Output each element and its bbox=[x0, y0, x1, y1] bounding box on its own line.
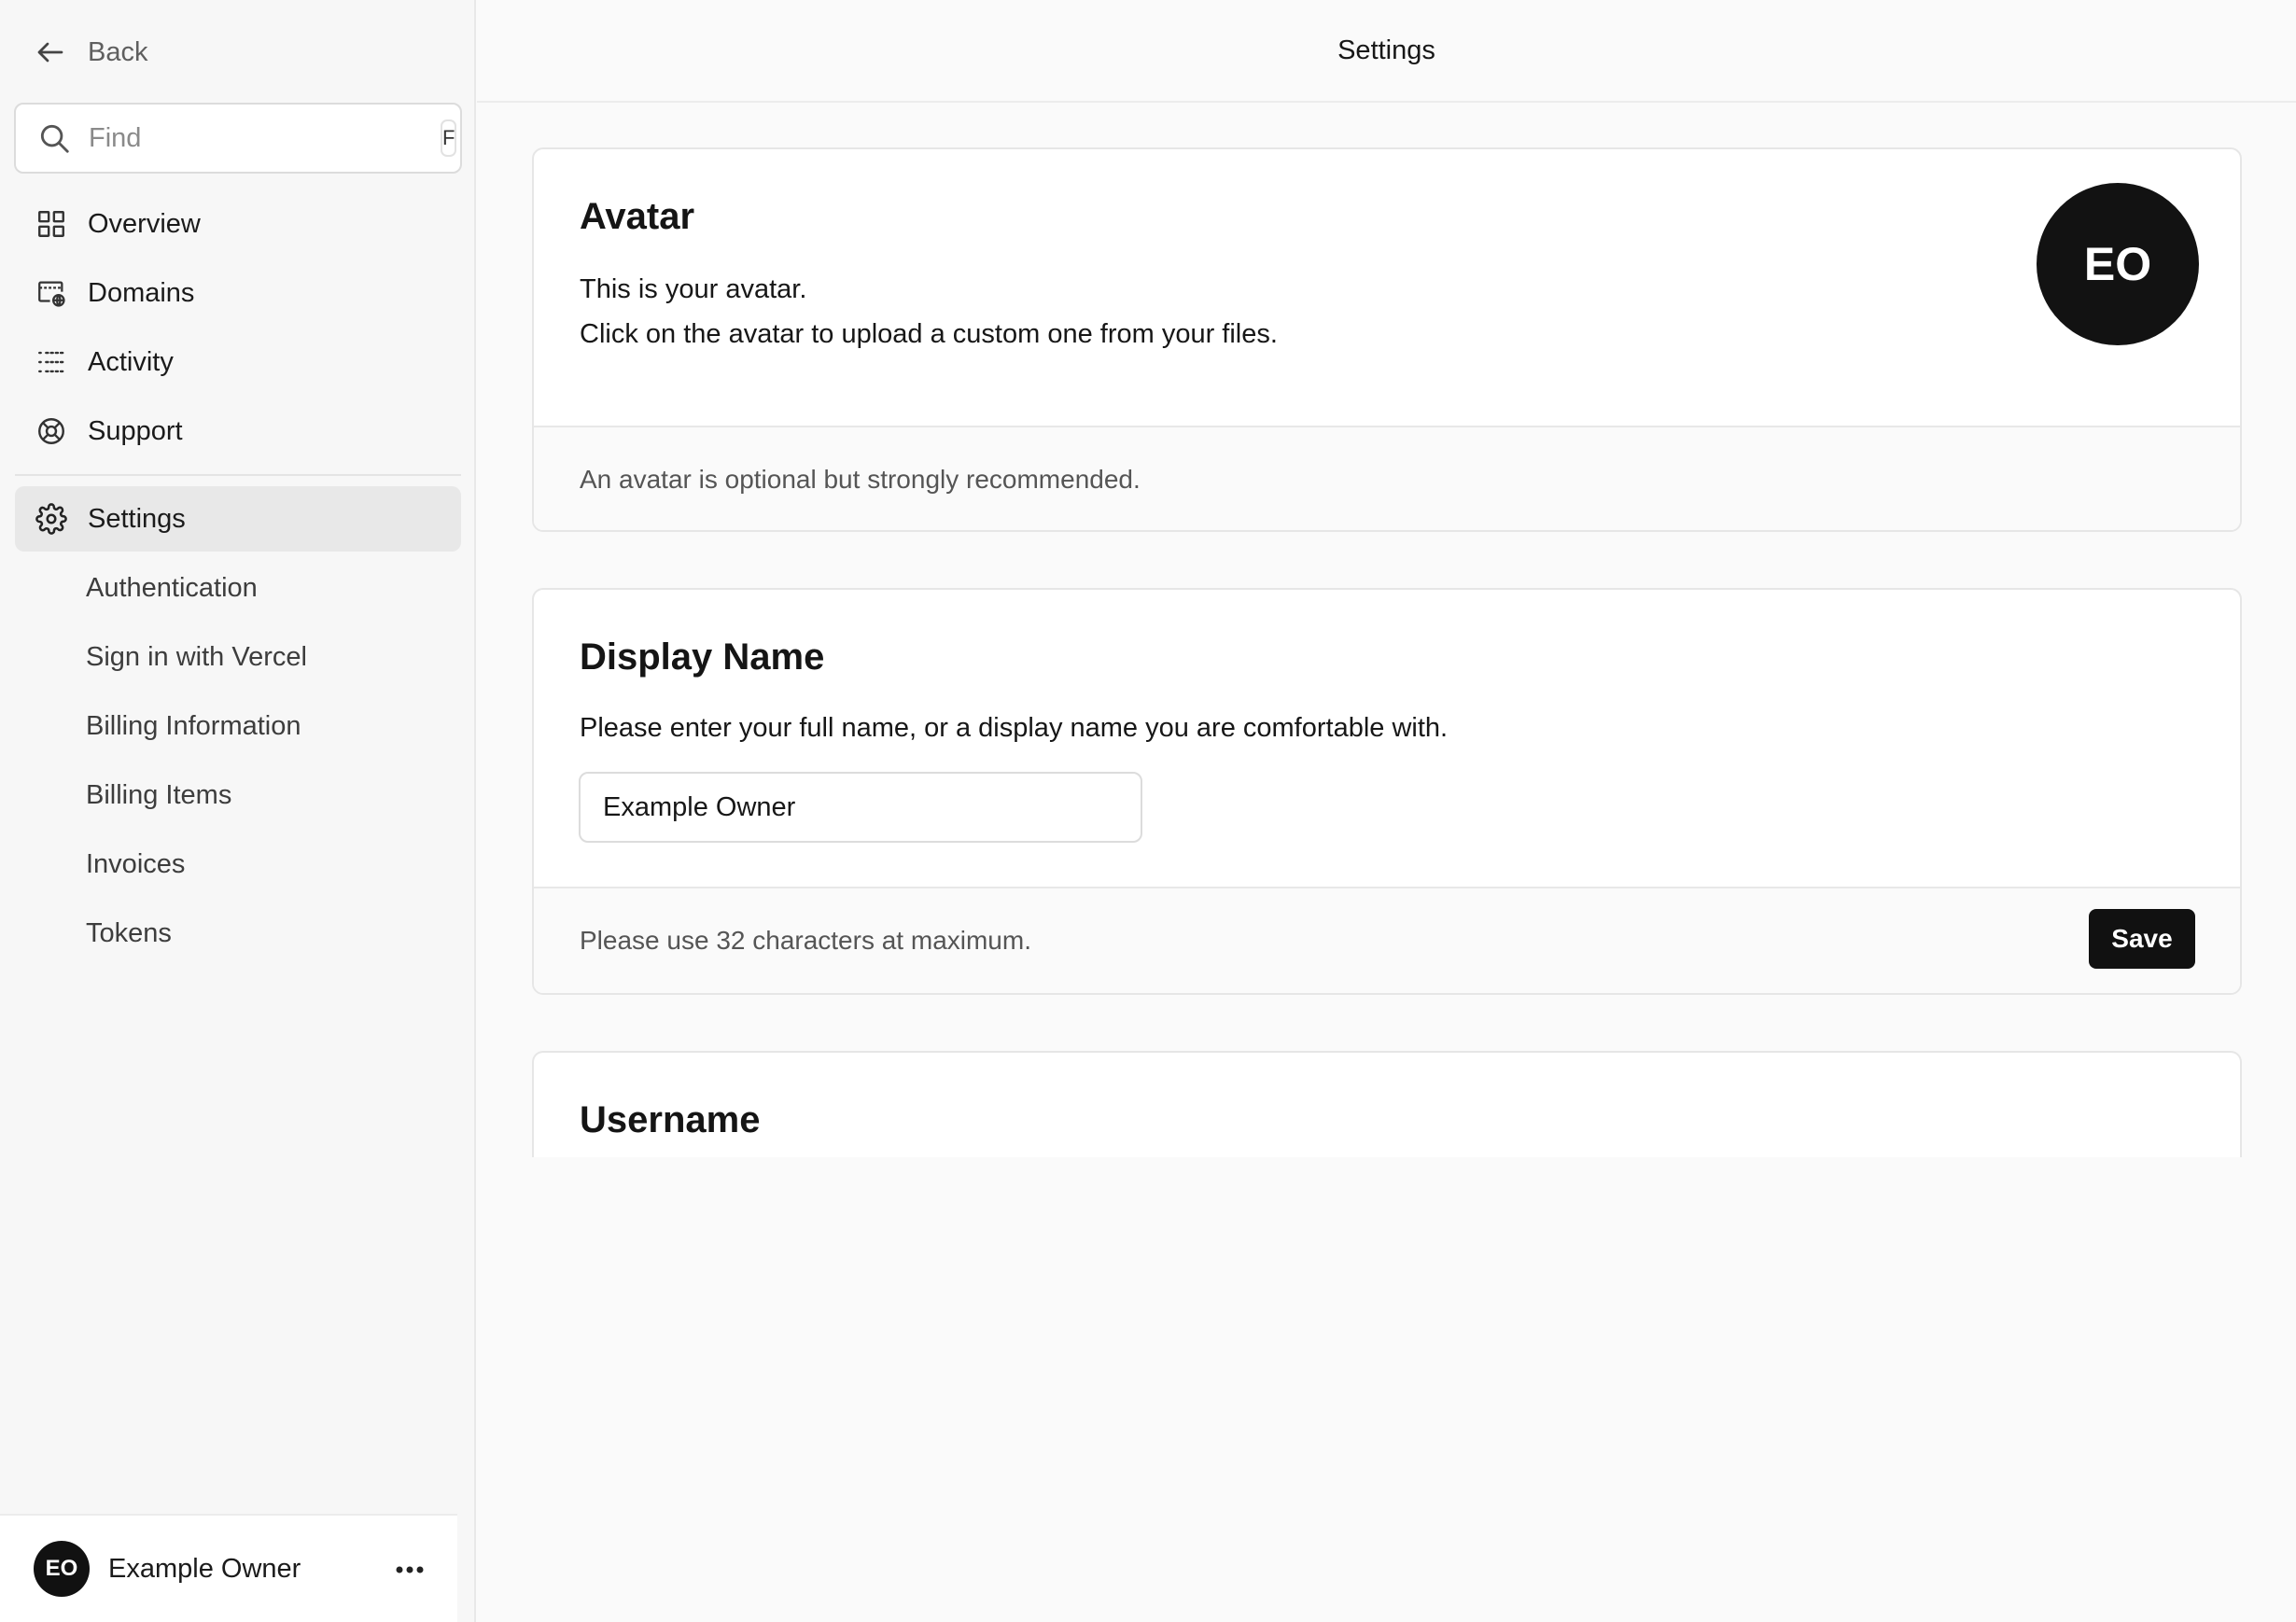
list-icon bbox=[38, 351, 64, 373]
sidebar-subitem-authentication[interactable]: Authentication bbox=[86, 565, 258, 611]
search-input[interactable] bbox=[89, 122, 441, 154]
back-label: Back bbox=[88, 36, 148, 67]
sidebar-item-label: Domains bbox=[88, 277, 195, 308]
sidebar-subitem-tokens[interactable]: Tokens bbox=[86, 910, 172, 957]
search-box: F bbox=[14, 103, 462, 174]
sidebar-divider bbox=[15, 474, 461, 476]
avatar: EO bbox=[34, 1541, 90, 1597]
footer-note: Please use 32 characters at maximum. bbox=[580, 926, 1031, 955]
display-name-card: Display Name Please enter your full name… bbox=[532, 588, 2242, 995]
page-title: Settings bbox=[1337, 35, 1435, 65]
username-card: Username bbox=[532, 1051, 2242, 1157]
user-menu[interactable]: EO Example Owner bbox=[0, 1514, 457, 1622]
top-bar: Settings bbox=[477, 0, 2296, 103]
card-title: Display Name bbox=[580, 636, 825, 678]
back-button[interactable]: Back bbox=[34, 32, 147, 73]
user-name: Example Owner bbox=[108, 1553, 301, 1584]
card-title: Username bbox=[580, 1099, 761, 1140]
card-title: Avatar bbox=[580, 196, 695, 237]
card-footer: An avatar is optional but strongly recom… bbox=[534, 426, 2240, 530]
card-description: Click on the avatar to upload a custom o… bbox=[580, 319, 1278, 349]
app: Back F Overview Domains Activity Support… bbox=[0, 0, 2296, 1622]
sidebar-subitem-billing-information[interactable]: Billing Information bbox=[86, 703, 301, 749]
lifebuoy-icon bbox=[38, 418, 64, 444]
search-icon bbox=[40, 124, 69, 153]
avatar-card: Avatar This is your avatar. Click on the… bbox=[532, 147, 2242, 532]
more-horizontal-icon bbox=[396, 1566, 424, 1573]
grid-icon bbox=[38, 211, 64, 237]
sidebar-item-label: Activity bbox=[88, 346, 174, 377]
gear-icon bbox=[35, 503, 67, 535]
save-button[interactable]: Save bbox=[2089, 909, 2195, 969]
sidebar-item-settings[interactable]: Settings bbox=[15, 486, 461, 552]
avatar-upload-button[interactable]: EO bbox=[2037, 183, 2199, 345]
globe-screen-icon bbox=[38, 281, 65, 307]
sidebar-subitem-invoices[interactable]: Invoices bbox=[86, 841, 185, 888]
shortcut-key-badge: F bbox=[441, 119, 457, 157]
sidebar-item-label: Support bbox=[88, 415, 183, 446]
sidebar-item-activity[interactable]: Activity bbox=[15, 329, 461, 395]
sidebar-item-domains[interactable]: Domains bbox=[15, 260, 461, 326]
sidebar-subitem-billing-items[interactable]: Billing Items bbox=[86, 772, 231, 818]
sidebar: Back F Overview Domains Activity Support… bbox=[0, 0, 476, 1622]
card-description: Please enter your full name, or a displa… bbox=[580, 713, 1449, 743]
card-description: This is your avatar. bbox=[580, 274, 807, 304]
arrow-left-icon bbox=[37, 42, 63, 63]
card-footer: Please use 32 characters at maximum. Sav… bbox=[534, 887, 2240, 993]
more-options-button[interactable] bbox=[390, 1553, 429, 1587]
sidebar-item-label: Overview bbox=[88, 208, 201, 239]
sidebar-subitem-sign-in-with-vercel[interactable]: Sign in with Vercel bbox=[86, 634, 307, 680]
footer-note: An avatar is optional but strongly recom… bbox=[580, 465, 1141, 494]
display-name-input[interactable] bbox=[579, 772, 1142, 843]
sidebar-item-overview[interactable]: Overview bbox=[15, 191, 461, 257]
sidebar-item-support[interactable]: Support bbox=[15, 399, 461, 464]
sidebar-item-label: Settings bbox=[88, 503, 186, 534]
